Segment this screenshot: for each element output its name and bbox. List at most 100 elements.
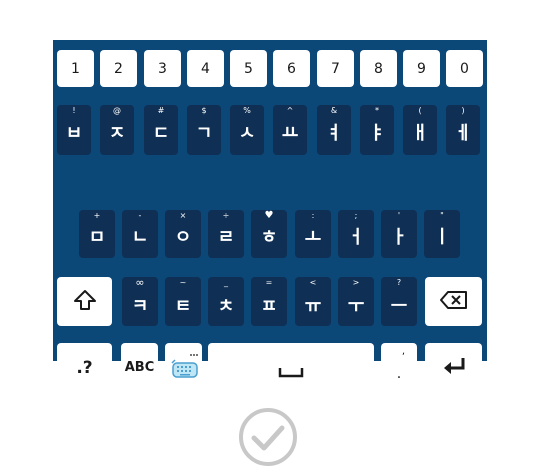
key-5[interactable]: 5 — [230, 50, 267, 87]
key-e[interactable]: ) ㅔ — [446, 105, 480, 155]
key-4[interactable]: 4 — [187, 50, 224, 87]
key-hint: @ — [113, 106, 121, 115]
key-label: 2 — [114, 60, 123, 77]
key-yeo[interactable]: & ㅕ — [317, 105, 351, 155]
key-label: ㅣ — [433, 227, 451, 248]
key-hint: ' — [397, 211, 401, 220]
key-hieut[interactable]: ♥ ㅎ — [251, 210, 287, 258]
key-label: ㅕ — [325, 123, 343, 144]
key-giyeok[interactable]: $ ㄱ — [187, 105, 221, 155]
key-hint: > — [352, 278, 360, 287]
key-label: 1 — [71, 60, 80, 77]
key-ya[interactable]: * ㅑ — [360, 105, 394, 155]
key-1[interactable]: 1 — [57, 50, 94, 87]
key-label: ㅅ — [238, 123, 256, 144]
symbols-button[interactable]: .? — [57, 343, 112, 392]
key-yo[interactable]: ^ ㅛ — [273, 105, 307, 155]
key-rieul[interactable]: ÷ ㄹ — [208, 210, 244, 258]
key-label: ㅡ — [390, 295, 408, 317]
key-6[interactable]: 6 — [273, 50, 310, 87]
key-9[interactable]: 9 — [403, 50, 440, 87]
shift-button[interactable] — [57, 277, 112, 326]
key-pieup[interactable]: = ㅍ — [251, 277, 287, 326]
key-hint: ∞ — [135, 276, 145, 289]
key-label: ㅊ — [217, 295, 235, 317]
key-nieun[interactable]: -ㄴ — [122, 210, 158, 258]
backspace-icon — [439, 290, 469, 314]
symbols-label: .? — [76, 357, 93, 378]
key-hint: × — [179, 211, 187, 220]
abc-label: ABC — [124, 360, 155, 375]
key-ae[interactable]: (ㅐ — [403, 105, 437, 155]
key-eo[interactable]: ; ㅓ — [338, 210, 374, 258]
key-jieut[interactable]: @ ㅈ — [100, 105, 134, 155]
key-label: ㄹ — [217, 227, 235, 248]
key-label: ㅌ — [174, 295, 192, 317]
key-label: ㄱ — [195, 123, 213, 144]
key-label: 0 — [460, 60, 469, 77]
key-label: 9 — [417, 60, 426, 77]
confirm-button[interactable] — [238, 407, 298, 467]
keyboard-settings-button[interactable] — [165, 343, 202, 392]
key-ieung[interactable]: × ㅇ — [165, 210, 201, 258]
shift-arrow-icon — [73, 289, 97, 315]
key-label: ㅎ — [260, 227, 278, 248]
key-eu[interactable]: ? ㅡ — [381, 277, 417, 326]
key-label: 7 — [331, 60, 340, 77]
key-label: ㅈ — [108, 123, 126, 144]
key-label: ㄴ — [131, 227, 149, 248]
key-hint: " — [440, 211, 444, 220]
key-hint: $ — [201, 106, 207, 115]
key-hint: * — [375, 106, 379, 115]
key-a[interactable]: ' ㅏ — [381, 210, 417, 258]
enter-button[interactable] — [425, 343, 482, 392]
key-label: ㅐ — [411, 123, 429, 144]
key-label: ㅠ — [304, 295, 322, 317]
key-yu[interactable]: < ㅠ — [295, 277, 331, 326]
key-0[interactable]: 0 — [446, 50, 483, 87]
abc-button[interactable]: ABC — [121, 343, 158, 392]
key-label: 3 — [158, 60, 167, 77]
period-button[interactable]: , . — [381, 343, 417, 392]
key-hint: ! — [72, 106, 76, 115]
key-chieut[interactable]: _ ㅊ — [208, 277, 244, 326]
key-label: ㅑ — [368, 123, 386, 144]
key-label: ㅜ — [347, 295, 365, 317]
space-bar[interactable] — [208, 343, 374, 392]
key-hint: ? — [396, 278, 402, 287]
key-hint: + — [93, 211, 101, 220]
enter-arrow-icon — [441, 356, 467, 380]
key-hint: < — [309, 278, 317, 287]
checkmark-circle-icon — [238, 408, 298, 467]
key-8[interactable]: 8 — [360, 50, 397, 87]
backspace-button[interactable] — [425, 277, 482, 326]
key-label: ㅓ — [347, 227, 365, 248]
key-kieuk[interactable]: ∞ ㅋ — [122, 277, 158, 326]
key-label: 6 — [287, 60, 296, 77]
key-siot[interactable]: % ㅅ — [230, 105, 264, 155]
key-hint: : — [311, 211, 315, 220]
key-tieut[interactable]: ~ ㅌ — [165, 277, 201, 326]
key-mieum[interactable]: + ㅁ — [79, 210, 115, 258]
key-bieup[interactable]: ! ㅂ — [57, 105, 91, 155]
key-7[interactable]: 7 — [317, 50, 354, 87]
key-label: ㅁ — [88, 227, 106, 248]
key-3[interactable]: 3 — [144, 50, 181, 87]
key-hint: ; — [354, 211, 358, 220]
key-i[interactable]: " ㅣ — [424, 210, 460, 258]
key-label: ㅂ — [65, 123, 83, 144]
key-label: ㅍ — [260, 295, 278, 317]
keyboard-settings-icon — [169, 351, 199, 385]
space-bar-icon — [278, 353, 304, 382]
key-hint: = — [265, 278, 273, 287]
key-u[interactable]: > ㅜ — [338, 277, 374, 326]
key-label: ㄷ — [152, 123, 170, 144]
key-label: 4 — [201, 60, 210, 77]
key-2[interactable]: 2 — [100, 50, 137, 87]
key-hint: ÷ — [222, 211, 230, 220]
key-hint: ) — [461, 106, 465, 115]
key-hint: ^ — [286, 106, 294, 115]
key-o[interactable]: :ㅗ — [295, 210, 331, 258]
key-digeut[interactable]: # ㄷ — [144, 105, 178, 155]
key-label: ㅛ — [281, 123, 299, 144]
